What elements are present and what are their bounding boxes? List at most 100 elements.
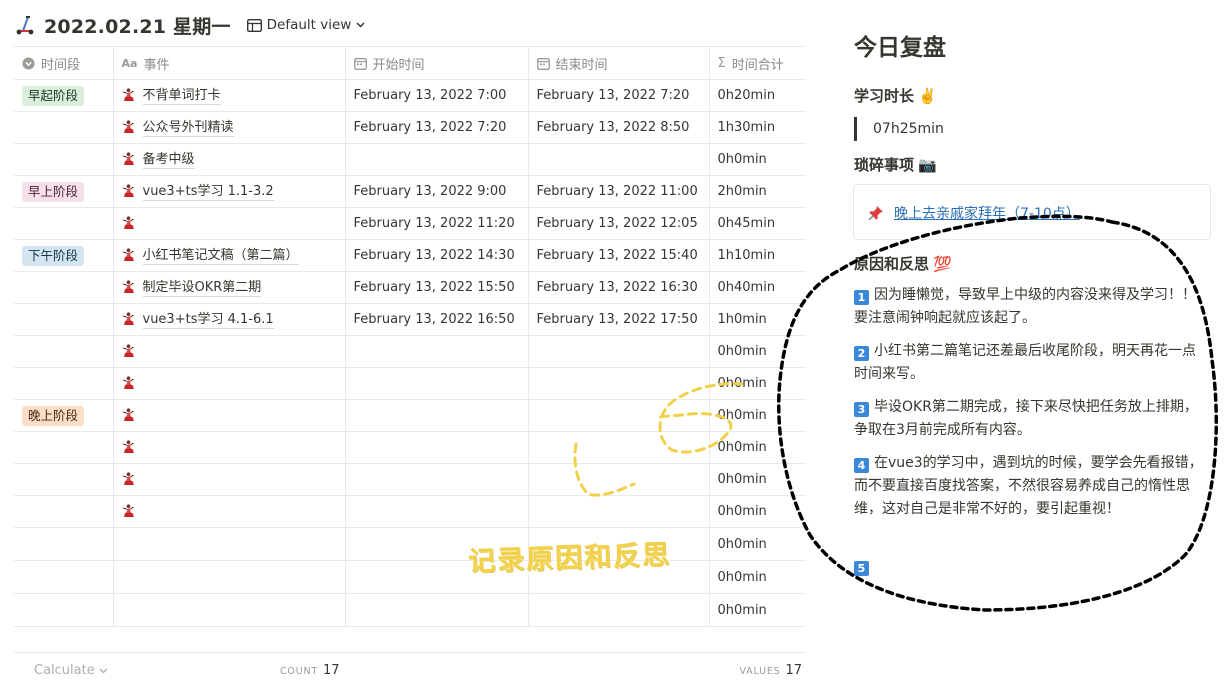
cell-period[interactable] (14, 367, 114, 400)
column-header-event[interactable]: Aa 事件 (113, 46, 346, 80)
table-row[interactable]: 0h0min (14, 560, 806, 594)
cell-period[interactable]: 早起阶段 (14, 79, 114, 112)
cell-start[interactable]: February 13, 2022 7:00 (345, 79, 529, 112)
cell-end[interactable]: February 13, 2022 17:50 (528, 303, 710, 336)
cell-total[interactable]: 0h0min (709, 495, 806, 528)
cell-start[interactable] (345, 593, 529, 627)
cell-period[interactable] (14, 527, 114, 561)
cell-period[interactable] (14, 143, 114, 176)
view-switcher[interactable]: Default view (246, 17, 366, 33)
reflection-item-2[interactable]: 2 小红书第二篇笔记还差最后收尾阶段，明天再花一点时间来写。 (854, 340, 1206, 386)
cell-total[interactable]: 0h0min (709, 527, 806, 561)
cell-total[interactable]: 0h20min (709, 79, 806, 112)
cell-start[interactable]: February 13, 2022 16:50 (345, 303, 529, 336)
cell-event[interactable] (113, 463, 346, 496)
table-row[interactable]: 0h0min (14, 431, 806, 464)
cell-event[interactable]: 不背单词打卡 (113, 79, 346, 112)
reflection-item-5[interactable]: 5 (854, 555, 1206, 578)
cell-total[interactable]: 0h45min (709, 207, 806, 240)
cell-period[interactable] (14, 207, 114, 240)
table-row[interactable]: 备考中级 0h0min (14, 143, 806, 176)
cell-end[interactable] (528, 431, 710, 464)
cell-total[interactable]: 0h40min (709, 271, 806, 304)
cell-event[interactable] (113, 495, 346, 528)
cell-total[interactable]: 0h0min (709, 143, 806, 176)
count-aggregate[interactable]: COUNT 17 (280, 663, 340, 678)
cell-event[interactable] (113, 593, 346, 627)
cell-event[interactable] (113, 335, 346, 368)
table-row[interactable]: 0h0min (14, 463, 806, 496)
cell-event[interactable] (113, 367, 346, 400)
column-header-period[interactable]: 时间段 (14, 46, 114, 80)
cell-end[interactable]: February 13, 2022 12:05 (528, 207, 710, 240)
cell-period[interactable]: 早上阶段 (14, 175, 114, 208)
cell-total[interactable]: 0h0min (709, 593, 806, 627)
table-row[interactable]: 0h0min (14, 335, 806, 368)
cell-total[interactable]: 2h0min (709, 175, 806, 208)
cell-event[interactable]: vue3+ts学习 4.1-6.1 (113, 303, 346, 336)
cell-event[interactable]: vue3+ts学习 1.1-3.2 (113, 175, 346, 208)
cell-total[interactable]: 1h0min (709, 303, 806, 336)
cell-end[interactable]: February 13, 2022 8:50 (528, 111, 710, 144)
cell-end[interactable]: February 13, 2022 15:40 (528, 239, 710, 272)
cell-period[interactable] (14, 303, 114, 336)
cell-total[interactable]: 0h0min (709, 335, 806, 368)
cell-period[interactable] (14, 111, 114, 144)
table-row[interactable]: 0h0min (14, 527, 806, 561)
column-header-total[interactable]: Σ 时间合计 (709, 46, 806, 80)
cell-event[interactable]: 备考中级 (113, 143, 346, 176)
cell-event[interactable]: 小红书笔记文稿（第二篇） (113, 239, 346, 272)
cell-end[interactable]: February 13, 2022 11:00 (528, 175, 710, 208)
cell-event[interactable] (113, 527, 346, 561)
table-row[interactable]: February 13, 2022 11:20 February 13, 2022… (14, 207, 806, 240)
cell-event[interactable]: 公众号外刊精读 (113, 111, 346, 144)
table-row[interactable]: 早起阶段 不背单词打卡 February 13, 2022 7:00 February… (14, 79, 806, 112)
cell-period[interactable] (14, 463, 114, 496)
cell-period[interactable] (14, 560, 114, 594)
cell-period[interactable] (14, 335, 114, 368)
cell-total[interactable]: 0h0min (709, 463, 806, 496)
column-header-start[interactable]: 开始时间 (345, 46, 529, 80)
reflection-item-4[interactable]: 4 在vue3的学习中，遇到坑的时候，要学会先看报错，而不要直接百度找答案，不然很… (854, 452, 1206, 521)
cell-period[interactable] (14, 431, 114, 464)
misc-link[interactable]: 晚上去亲戚家拜年（7-10点） (894, 203, 1080, 223)
cell-start[interactable]: February 13, 2022 9:00 (345, 175, 529, 208)
cell-total[interactable]: 1h30min (709, 111, 806, 144)
cell-period[interactable]: 晚上阶段 (14, 399, 114, 432)
table-row[interactable]: 0h0min (14, 367, 806, 400)
cell-period[interactable] (14, 271, 114, 304)
cell-start[interactable]: February 13, 2022 15:50 (345, 271, 529, 304)
cell-period[interactable] (14, 593, 114, 627)
cell-end[interactable]: February 13, 2022 16:30 (528, 271, 710, 304)
cell-event[interactable] (113, 560, 346, 594)
cell-event[interactable] (113, 207, 346, 240)
cell-start[interactable]: February 13, 2022 14:30 (345, 239, 529, 272)
cell-start[interactable] (345, 495, 529, 528)
values-aggregate[interactable]: VALUES 17 (739, 663, 802, 678)
cell-end[interactable] (528, 367, 710, 400)
table-row[interactable]: 晚上阶段 0h0min (14, 399, 806, 432)
cell-start[interactable] (345, 431, 529, 464)
cell-end[interactable] (528, 143, 710, 176)
cell-start[interactable]: February 13, 2022 7:20 (345, 111, 529, 144)
cell-start[interactable] (345, 463, 529, 496)
reflection-item-1[interactable]: 1 因为睡懒觉，导致早上中级的内容没来得及学习！！要注意闹钟响起就应该起了。 (854, 284, 1206, 330)
cell-total[interactable]: 0h0min (709, 431, 806, 464)
table-row[interactable]: 0h0min (14, 495, 806, 528)
cell-start[interactable] (345, 143, 529, 176)
cell-total[interactable]: 0h0min (709, 399, 806, 432)
cell-end[interactable]: February 13, 2022 7:20 (528, 79, 710, 112)
cell-start[interactable] (345, 335, 529, 368)
cell-period[interactable] (14, 495, 114, 528)
cell-event[interactable]: 制定毕设OKR第二期 (113, 271, 346, 304)
reflection-item-3[interactable]: 3 毕设OKR第二期完成，接下来尽快把任务放上排期，争取在3月前完成所有内容。 (854, 396, 1206, 442)
table-row[interactable]: 制定毕设OKR第二期 February 13, 2022 15:50 Februar… (14, 271, 806, 304)
cell-end[interactable] (528, 593, 710, 627)
cell-event[interactable] (113, 399, 346, 432)
cell-end[interactable] (528, 463, 710, 496)
table-row[interactable]: 早上阶段 vue3+ts学习 1.1-3.2 February 13, 2022 9… (14, 175, 806, 208)
cell-start[interactable]: February 13, 2022 11:20 (345, 207, 529, 240)
cell-total[interactable]: 1h10min (709, 239, 806, 272)
cell-period[interactable]: 下午阶段 (14, 239, 114, 272)
table-row[interactable]: vue3+ts学习 4.1-6.1 February 13, 2022 16:50… (14, 303, 806, 336)
